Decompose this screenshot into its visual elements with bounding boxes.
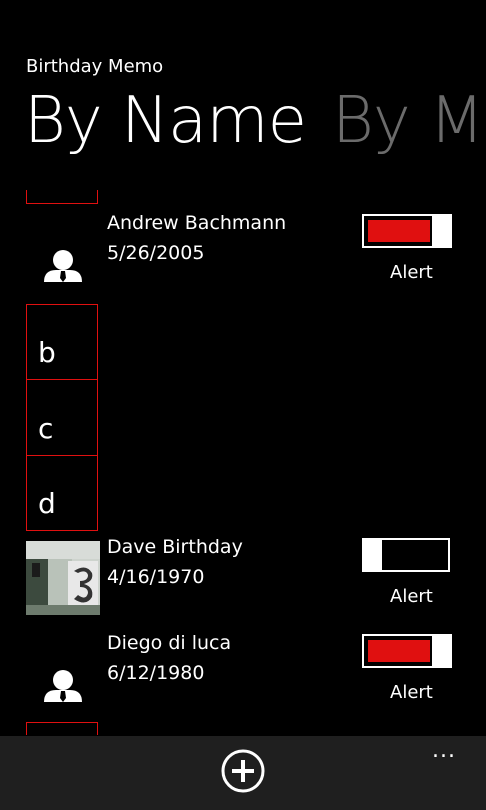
toggle-fill: [368, 640, 430, 662]
contact-name: Andrew Bachmann: [107, 212, 287, 234]
more-options-button[interactable]: ...: [432, 740, 456, 762]
pivot-header: By Name By M: [24, 84, 484, 158]
app-title: Birthday Memo: [26, 56, 164, 77]
alert-toggle[interactable]: [362, 538, 450, 572]
letter-label: d: [38, 487, 56, 520]
alert-toggle[interactable]: [362, 634, 452, 668]
letter-tile-b[interactable]: b: [26, 304, 98, 380]
toggle-thumb: [432, 634, 452, 668]
alert-label: Alert: [390, 262, 433, 283]
contact-photo: [26, 541, 100, 615]
letter-label: c: [38, 412, 54, 445]
pivot-by-name[interactable]: By Name: [24, 84, 307, 158]
person-icon: [44, 670, 82, 702]
contact-list: Andrew Bachmann 5/26/2005 Alert b c d Da…: [0, 190, 486, 735]
app-bar: ...: [0, 736, 486, 810]
letter-tile-e[interactable]: [26, 722, 98, 735]
contact-date: 6/12/1980: [107, 662, 205, 684]
toggle-thumb: [362, 538, 382, 572]
contact-name: Dave Birthday: [107, 536, 243, 558]
letter-tile-c[interactable]: c: [26, 379, 98, 456]
letter-tile-a[interactable]: [26, 190, 98, 204]
pivot-by-month[interactable]: By M: [332, 84, 484, 158]
contact-date: 5/26/2005: [107, 242, 205, 264]
letter-tile-d[interactable]: d: [26, 455, 98, 531]
contact-date: 4/16/1970: [107, 566, 205, 588]
add-circle-icon[interactable]: [220, 748, 266, 794]
toggle-fill: [368, 220, 430, 242]
alert-toggle[interactable]: [362, 214, 452, 248]
toggle-thumb: [432, 214, 452, 248]
contact-name: Diego di luca: [107, 632, 232, 654]
alert-label: Alert: [390, 586, 433, 607]
person-icon: [44, 250, 82, 282]
alert-label: Alert: [390, 682, 433, 703]
letter-label: b: [38, 336, 56, 369]
